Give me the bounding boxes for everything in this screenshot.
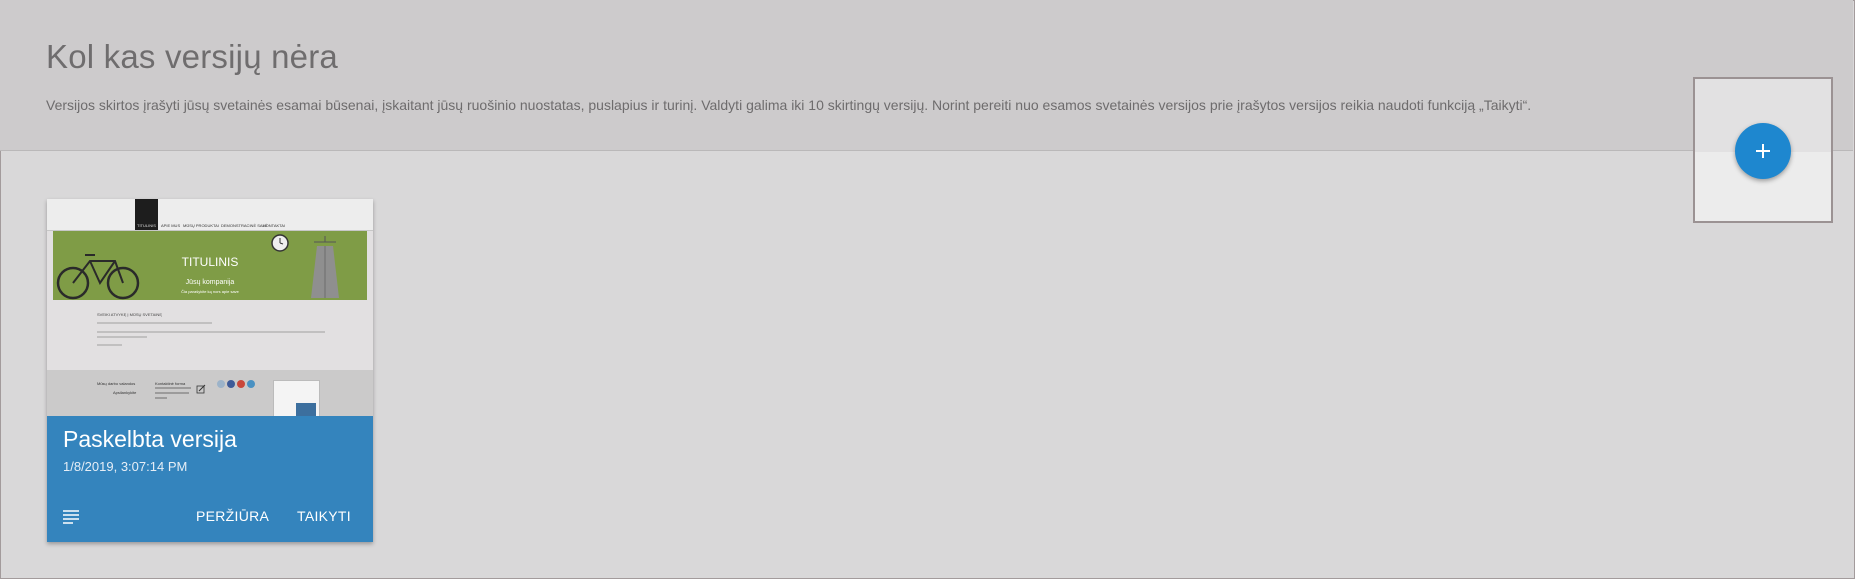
thumbnail-nav-item: DEMONSTRACINĖ SALĖ bbox=[221, 223, 268, 228]
thumbnail-nav-item: APIE MUS bbox=[161, 223, 181, 228]
clock-icon bbox=[271, 234, 289, 252]
social-icons bbox=[217, 380, 255, 388]
apply-button[interactable]: TAIKYTI bbox=[297, 504, 351, 528]
google-plus-icon bbox=[237, 380, 245, 388]
share-icon bbox=[217, 380, 225, 388]
notes-icon bbox=[63, 510, 79, 524]
thumbnail-nav-item: TITULINIS bbox=[137, 223, 156, 228]
thumbnail-nav-item: KONTAKTAI bbox=[263, 223, 286, 228]
twitter-icon bbox=[247, 380, 255, 388]
thumbnail-hero: TITULINIS Jūsų kompanija Čia parašykite … bbox=[53, 231, 367, 300]
version-card: TITULINIS APIE MUS MŪSŲ PRODUKTAI DEMONS… bbox=[47, 199, 373, 542]
page-header: Kol kas versijų nėra Versijos skirtos įr… bbox=[0, 0, 1853, 151]
bicycle-icon bbox=[56, 254, 140, 300]
page-title: Kol kas versijų nėra bbox=[46, 38, 338, 75]
add-version-area bbox=[1693, 77, 1833, 223]
thumbnail-nav: TITULINIS APIE MUS MŪSŲ PRODUKTAI DEMONS… bbox=[47, 199, 373, 231]
version-info: Paskelbta versija 1/8/2019, 3:07:14 PM P… bbox=[47, 416, 373, 542]
version-menu-button[interactable] bbox=[62, 508, 80, 529]
coat-icon bbox=[311, 236, 339, 298]
thumbnail-footer: Mūsų darbo valandos Apsilankykite Kontak… bbox=[47, 370, 373, 416]
page-description: Versijos skirtos įrašyti jūsų svetainės … bbox=[46, 97, 1532, 113]
add-version-button[interactable] bbox=[1735, 123, 1791, 179]
version-title: Paskelbta versija bbox=[63, 426, 237, 452]
thumbnail-image-card bbox=[273, 380, 320, 416]
plus-icon bbox=[1756, 144, 1770, 158]
version-thumbnail[interactable]: TITULINIS APIE MUS MŪSŲ PRODUKTAI DEMONS… bbox=[47, 199, 373, 416]
facebook-icon bbox=[227, 380, 235, 388]
preview-button[interactable]: PERŽIŪRA bbox=[196, 504, 269, 528]
thumbnail-nav-item: MŪSŲ PRODUKTAI bbox=[183, 223, 219, 228]
version-date: 1/8/2019, 3:07:14 PM bbox=[63, 459, 188, 474]
edit-icon bbox=[196, 384, 206, 394]
thumbnail-section-title: SVEIKI ATVYKĘ Į MŪSŲ SVETAINĘ bbox=[97, 312, 162, 317]
